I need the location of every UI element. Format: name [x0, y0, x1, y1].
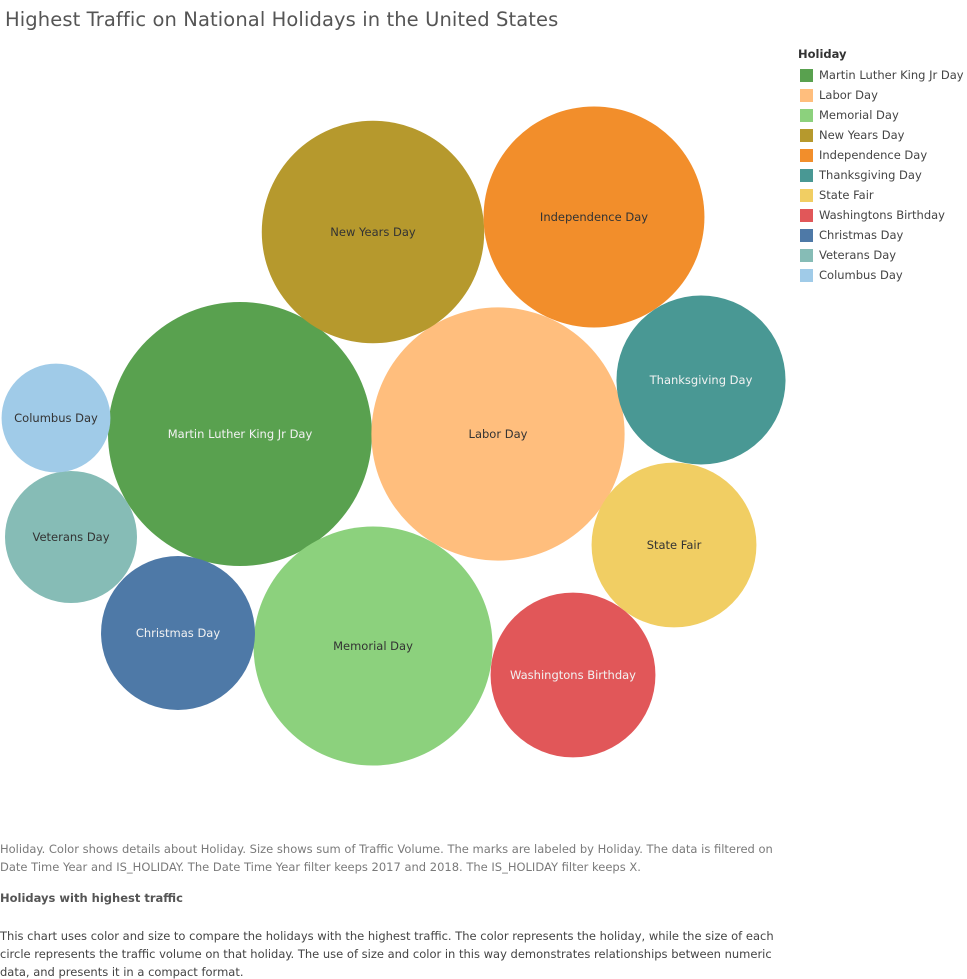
- legend-items: Martin Luther King Jr Day Labor Day Memori…: [798, 65, 964, 285]
- legend-label: Christmas Day: [819, 228, 904, 242]
- legend-swatch: [800, 68, 813, 82]
- bubble-label: Martin Luther King Jr Day: [168, 427, 313, 441]
- bubble[interactable]: New Years Day: [261, 120, 485, 344]
- bubble[interactable]: Washingtons Birthday: [490, 592, 656, 758]
- legend-swatch: [800, 128, 813, 142]
- legend-item[interactable]: Memorial Day: [798, 105, 964, 125]
- legend-item[interactable]: Veterans Day: [798, 245, 964, 265]
- legend-item[interactable]: Labor Day: [798, 85, 964, 105]
- legend-label: Labor Day: [819, 88, 878, 102]
- legend-item[interactable]: Washingtons Birthday: [798, 205, 964, 225]
- legend-label: New Years Day: [819, 128, 905, 142]
- bubble-label: Independence Day: [540, 210, 648, 224]
- legend-label: State Fair: [819, 188, 874, 202]
- bubble[interactable]: Independence Day: [483, 106, 705, 328]
- bubble-label: Christmas Day: [136, 626, 221, 640]
- legend-item[interactable]: State Fair: [798, 185, 964, 205]
- legend-swatch: [800, 108, 813, 122]
- legend-item[interactable]: Christmas Day: [798, 225, 964, 245]
- legend-swatch: [800, 148, 813, 162]
- legend-swatch: [800, 88, 813, 102]
- bubble-chart: Martin Luther King Jr Day Labor Day Memori…: [1, 106, 786, 766]
- legend-item[interactable]: Columbus Day: [798, 265, 964, 285]
- legend-label: Independence Day: [819, 148, 928, 162]
- legend-item[interactable]: Martin Luther King Jr Day: [798, 65, 964, 85]
- bubble-label: Memorial Day: [333, 639, 413, 653]
- legend-label: Washingtons Birthday: [819, 208, 945, 222]
- page: Highest Traffic on National Holidays in …: [0, 0, 967, 979]
- legend-title: Holiday: [798, 47, 847, 61]
- legend-label: Veterans Day: [819, 248, 897, 262]
- legend-item[interactable]: Independence Day: [798, 145, 964, 165]
- subheading: Holidays with highest traffic: [0, 891, 183, 905]
- bubble-label: State Fair: [647, 538, 702, 552]
- legend-swatch: [800, 208, 813, 222]
- legend-label: Martin Luther King Jr Day: [819, 68, 964, 82]
- bubble[interactable]: Columbus Day: [1, 363, 111, 473]
- bubble[interactable]: Christmas Day: [101, 556, 255, 710]
- bubble[interactable]: Veterans Day: [5, 471, 137, 603]
- legend-swatch: [800, 188, 813, 202]
- bubble[interactable]: State Fair: [591, 462, 757, 628]
- bubble[interactable]: Thanksgiving Day: [616, 295, 786, 465]
- chart-caption: Holiday. Color shows details about Holid…: [0, 842, 773, 874]
- bubble-label: Washingtons Birthday: [510, 668, 636, 682]
- legend-swatch: [800, 228, 813, 242]
- bubble-label: New Years Day: [330, 225, 416, 239]
- description: This chart uses color and size to compar…: [0, 929, 774, 979]
- legend-swatch: [800, 268, 813, 282]
- bubble[interactable]: Memorial Day: [253, 526, 493, 766]
- bubble-label: Veterans Day: [32, 530, 109, 544]
- legend-item[interactable]: Thanksgiving Day: [798, 165, 964, 185]
- bubble-label: Columbus Day: [14, 411, 98, 425]
- legend-item[interactable]: New Years Day: [798, 125, 964, 145]
- bubble-label: Labor Day: [469, 427, 528, 441]
- legend-label: Memorial Day: [819, 108, 899, 122]
- bubble[interactable]: Labor Day: [371, 307, 625, 561]
- bubble[interactable]: Martin Luther King Jr Day: [108, 302, 372, 566]
- legend-label: Thanksgiving Day: [819, 168, 922, 182]
- bubble-label: Thanksgiving Day: [649, 373, 753, 387]
- legend-swatch: [800, 248, 813, 262]
- legend: Holiday Martin Luther King Jr Day Labor D…: [798, 47, 964, 285]
- legend-label: Columbus Day: [819, 268, 903, 282]
- legend-swatch: [800, 168, 813, 182]
